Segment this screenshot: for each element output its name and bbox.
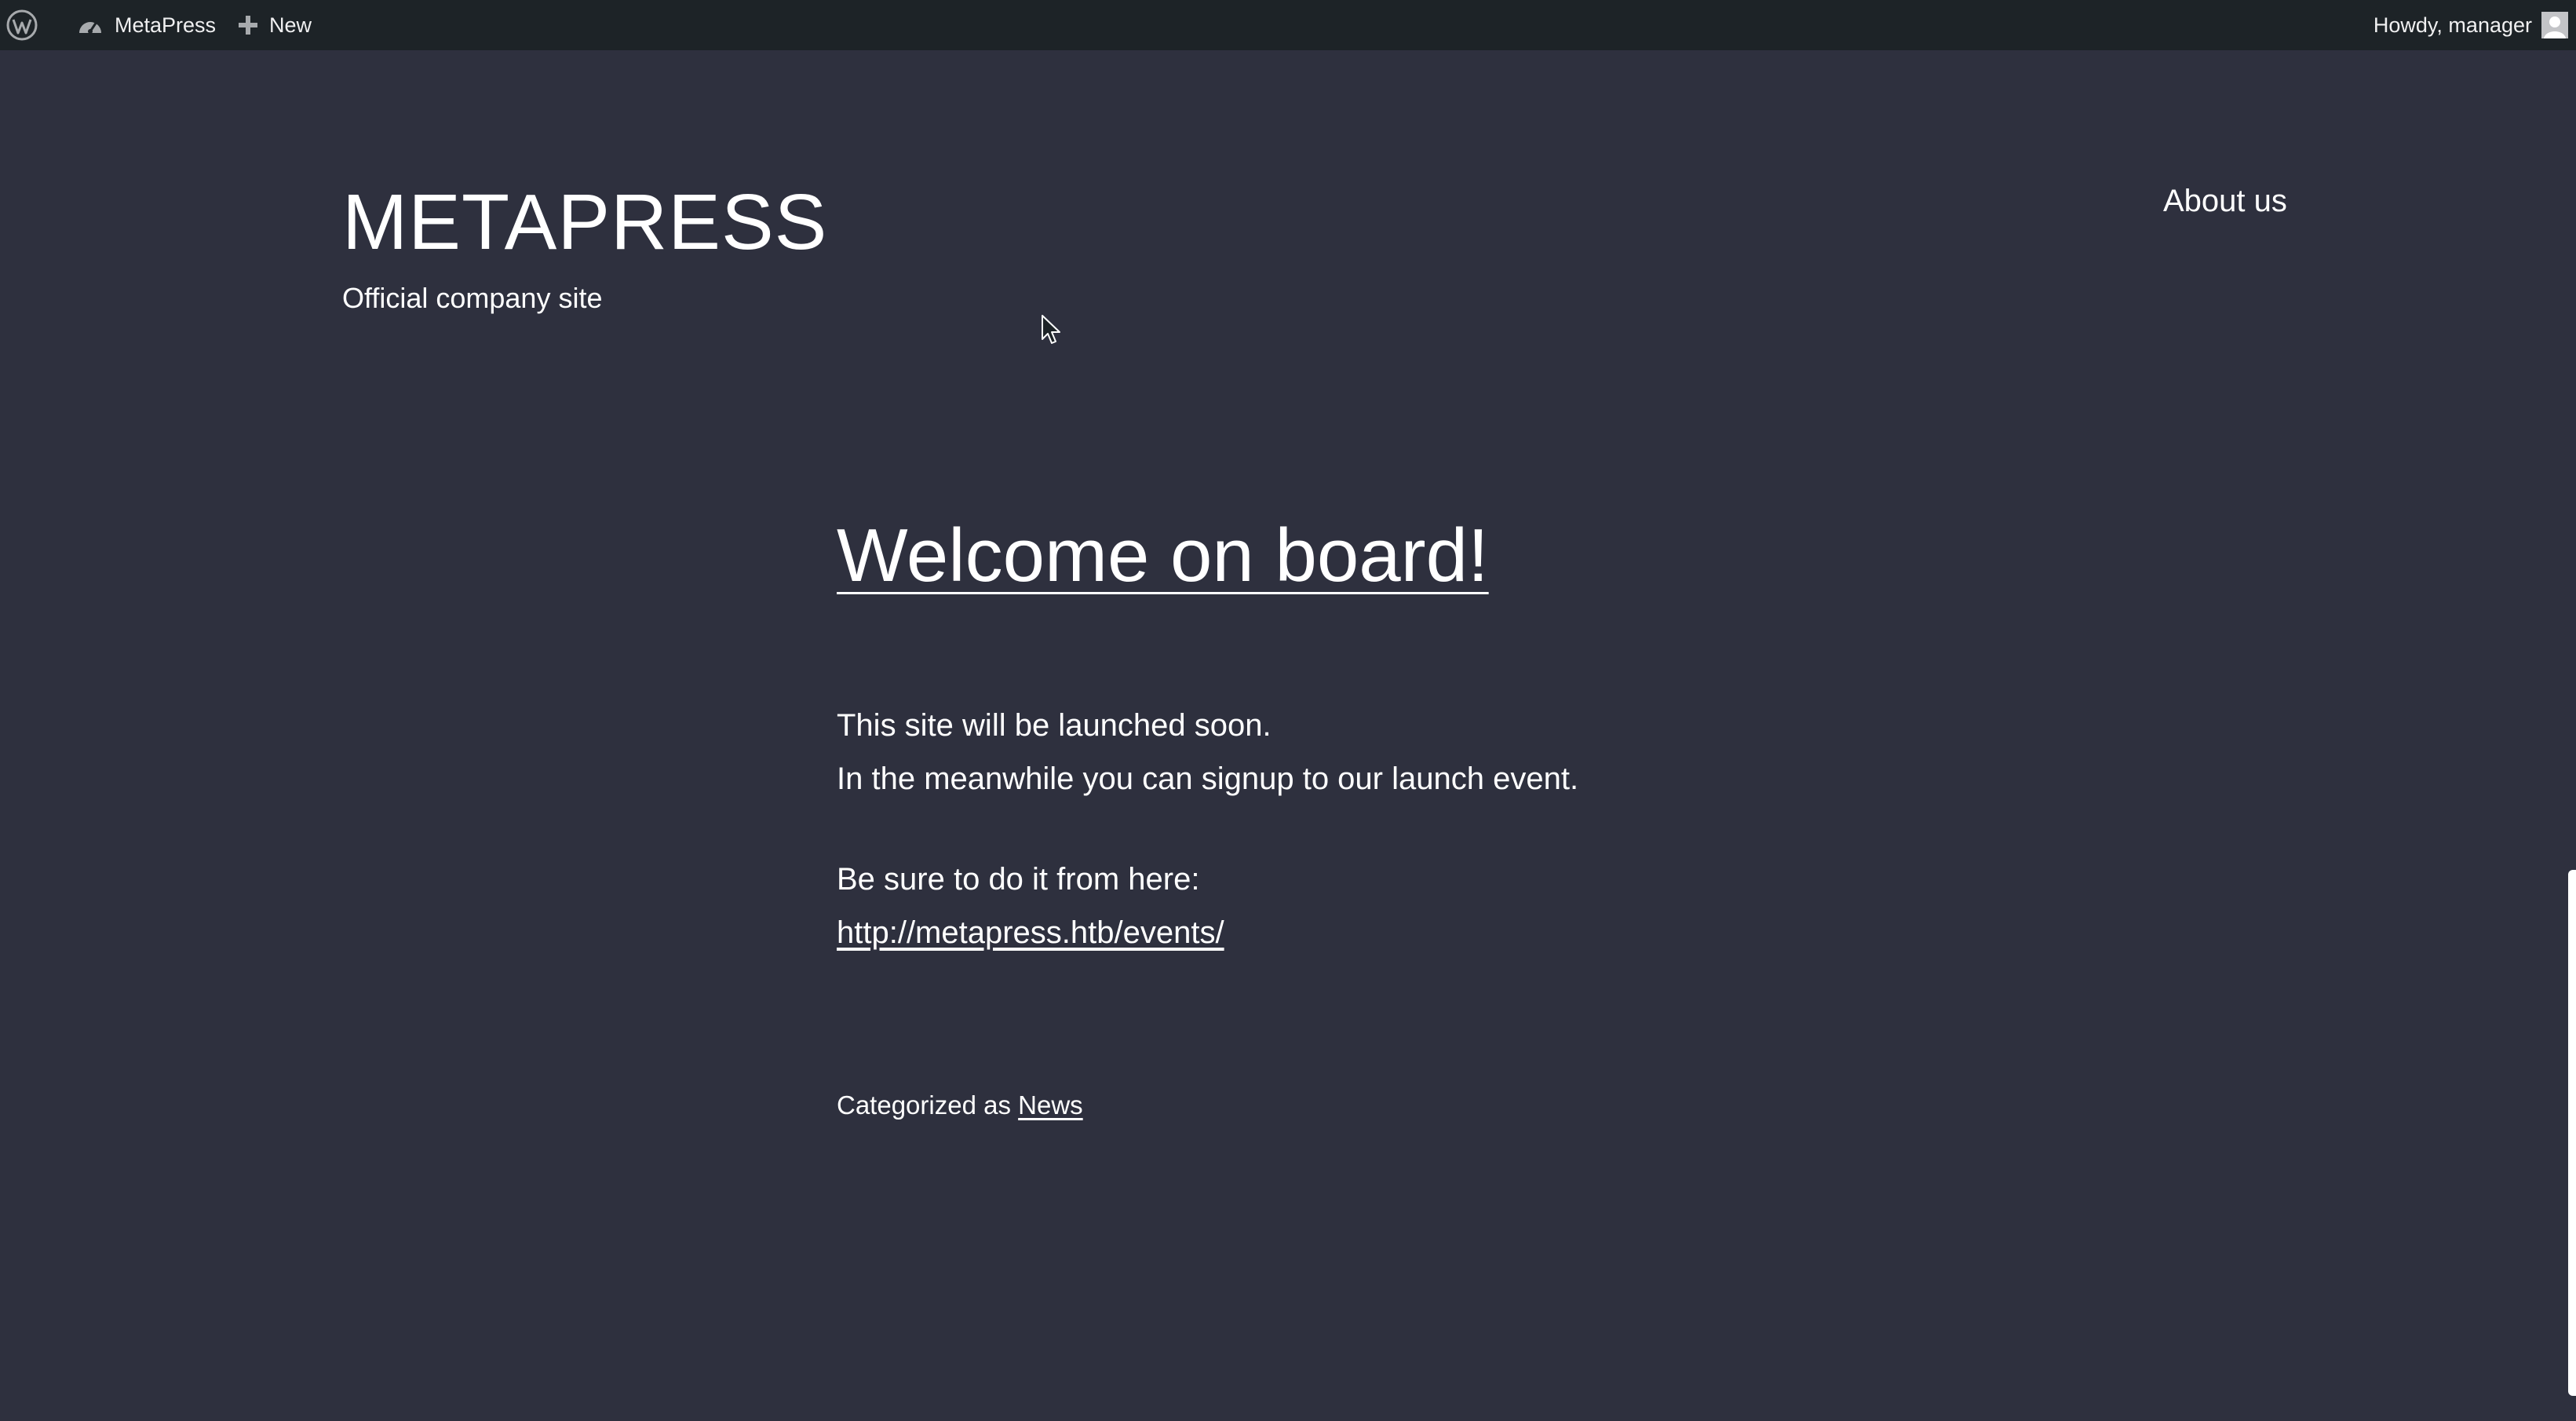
mouse-cursor-icon: [1041, 314, 1063, 347]
post-title-link[interactable]: Welcome on board!: [837, 512, 1489, 600]
howdy-label: Howdy, manager: [2373, 13, 2532, 37]
scrollbar-thumb[interactable]: [2568, 870, 2576, 1396]
new-content-label: New: [269, 13, 312, 37]
category-prefix: Categorized as: [837, 1090, 1011, 1120]
post-text-line: This site will be launched soon.: [837, 708, 1272, 743]
avatar-icon: [2541, 12, 2568, 38]
post-text-line: In the meanwhile you can signup to our l…: [837, 762, 1579, 796]
admin-bar-left: MetaPress New: [0, 0, 323, 50]
post-content: This site will be launched soon. In the …: [837, 699, 1936, 959]
events-link[interactable]: http://metapress.htb/events/: [837, 915, 1224, 950]
plus-icon: [238, 15, 258, 35]
dashboard-icon: [77, 14, 104, 36]
site-tagline: Official company site: [342, 282, 603, 314]
nav-item-about-us[interactable]: About us: [2163, 182, 2287, 220]
user-account-menu[interactable]: Howdy, manager: [2363, 0, 2576, 50]
admin-bar-right: Howdy, manager: [2363, 0, 2576, 50]
site-name-button[interactable]: MetaPress: [66, 0, 227, 50]
category-link-news[interactable]: News: [1018, 1090, 1083, 1120]
site-title[interactable]: METAPRESS: [342, 179, 827, 265]
post-text-line: Be sure to do it from here:: [837, 862, 1200, 897]
admin-bar: MetaPress New Howdy, manager: [0, 0, 2576, 50]
new-content-button[interactable]: New: [227, 0, 323, 50]
wordpress-icon: [6, 9, 38, 41]
post-link-paragraph: http://metapress.htb/events/: [837, 906, 1936, 959]
wordpress-logo-button[interactable]: [0, 0, 66, 50]
site-name-label: MetaPress: [115, 13, 217, 37]
post-categories: Categorized as News: [837, 1088, 1083, 1123]
